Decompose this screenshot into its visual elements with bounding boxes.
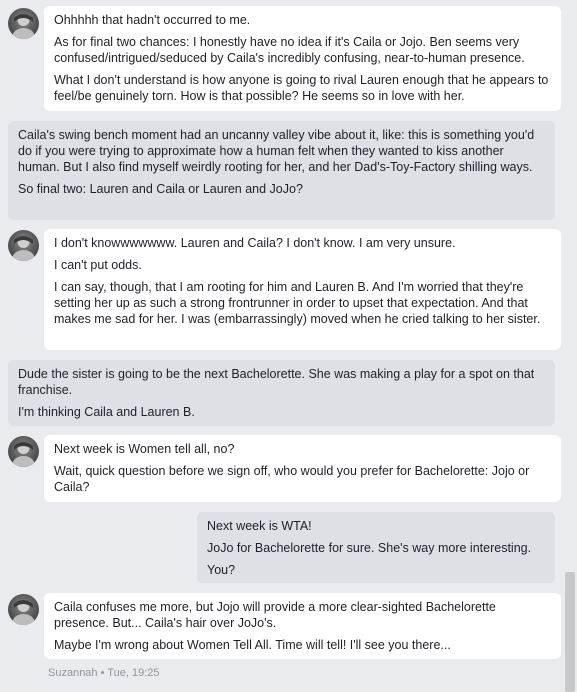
message-text: As for final two chances: I honestly hav…	[54, 35, 525, 65]
message-text: Maybe I'm wrong about Women Tell All. Ti…	[54, 638, 451, 652]
message-text: JoJo for Bachelorette for sure. She's wa…	[207, 541, 532, 555]
avatar-photo-icon	[12, 14, 35, 39]
avatar[interactable]	[8, 436, 39, 467]
message-text: I don't knowwwwwww. Lauren and Caila? I …	[54, 236, 456, 250]
message-bubble[interactable]: Next week is WTA! JoJo for Bachelorette …	[197, 512, 555, 583]
avatar-photo-icon	[12, 236, 35, 261]
message-bubble[interactable]: I don't knowwwwwww. Lauren and Caila? I …	[44, 229, 561, 350]
message-text: I can say, though, that I am rooting for…	[54, 280, 541, 326]
message-bubble[interactable]: Caila's swing bench moment had an uncann…	[8, 121, 555, 220]
message-thread: Ohhhhh that hadn't occurred to me. As fo…	[0, 0, 563, 692]
message-bubble[interactable]: Dude the sister is going to be the next …	[8, 360, 555, 426]
message-text: Caila confuses me more, but Jojo will pr…	[54, 600, 496, 630]
message-text: Next week is WTA!	[207, 519, 312, 533]
message-text: You?	[207, 563, 236, 577]
message-text: What I don't understand is how anyone is…	[54, 73, 549, 103]
message-text: Caila's swing bench moment had an uncann…	[18, 128, 535, 174]
message-bubble[interactable]: Next week is Women tell all, no? Wait, q…	[44, 435, 561, 502]
message-bubble[interactable]: Caila confuses me more, but Jojo will pr…	[44, 593, 561, 659]
avatar-photo-icon	[12, 442, 35, 467]
message-text: Next week is Women tell all, no?	[54, 442, 235, 456]
message-text: I can't put odds.	[54, 258, 142, 272]
scrollbar[interactable]	[563, 0, 577, 692]
message-text: Ohhhhh that hadn't occurred to me.	[54, 13, 251, 27]
message-text: So final two: Lauren and Caila or Lauren…	[18, 182, 303, 196]
message-text: I'm thinking Caila and Lauren B.	[18, 405, 195, 419]
avatar[interactable]	[8, 594, 39, 625]
seen-timestamp: Suzannah • Tue, 19:25	[48, 667, 160, 679]
avatar[interactable]	[8, 230, 39, 261]
avatar-photo-icon	[12, 600, 35, 625]
message-text: Dude the sister is going to be the next …	[18, 367, 535, 397]
message-bubble[interactable]: Ohhhhh that hadn't occurred to me. As fo…	[44, 6, 561, 111]
scrollbar-thumb[interactable]	[565, 572, 575, 692]
avatar[interactable]	[8, 8, 39, 39]
message-text: Wait, quick question before we sign off,…	[54, 464, 530, 494]
